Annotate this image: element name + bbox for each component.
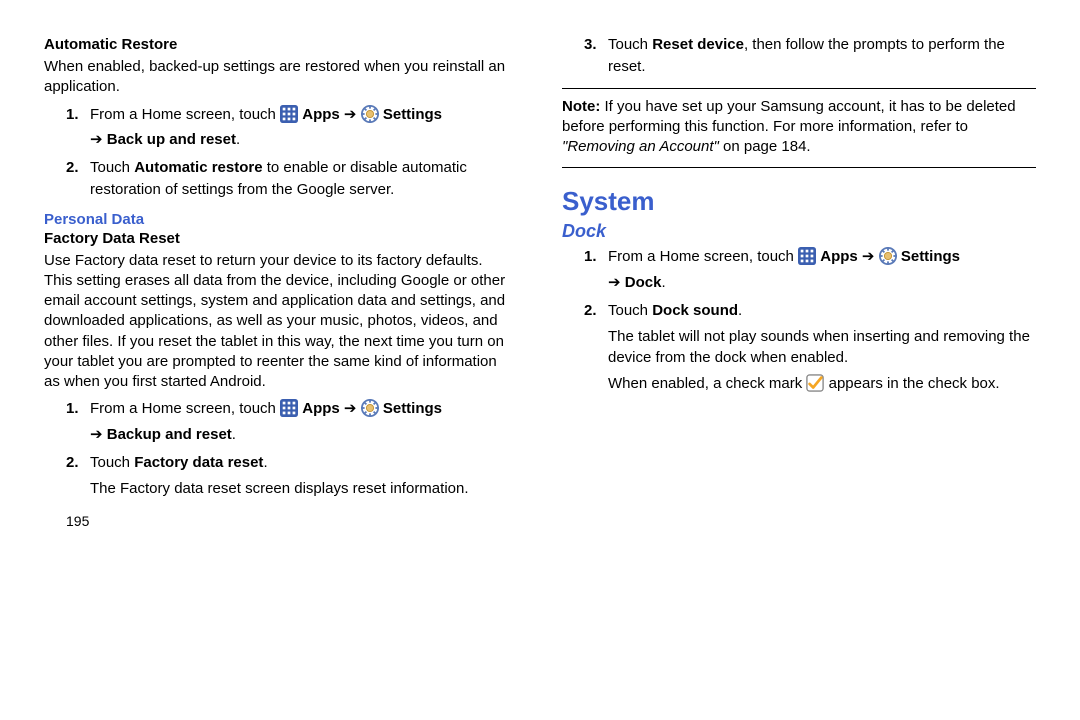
apps-label: Apps <box>820 248 862 265</box>
note-text: If you have set up your Samsung account,… <box>562 98 1016 135</box>
check-icon <box>806 374 824 399</box>
text: From a Home screen, touch <box>90 106 280 123</box>
settings-icon <box>361 105 379 130</box>
target-label: Back up and reset <box>107 131 236 148</box>
arrow-icon: ➔ <box>608 274 621 291</box>
step: From a Home screen, touch Apps ➔ Setting… <box>584 246 1036 294</box>
automatic-restore-steps: From a Home screen, touch Apps ➔ Setting… <box>66 104 514 201</box>
target-label: Backup and reset <box>107 426 232 443</box>
factory-reset-steps-cont: Touch Reset device, then follow the prom… <box>584 34 1036 78</box>
text: appears in the check box. <box>829 375 1000 392</box>
step: Touch Dock sound. The tablet will not pl… <box>584 300 1036 399</box>
sub-text: When enabled, a check mark appears in th… <box>608 373 1036 399</box>
settings-label: Settings <box>383 400 442 417</box>
apps-icon <box>798 247 816 272</box>
note-label: Note: <box>562 98 600 115</box>
text: From a Home screen, touch <box>608 248 798 265</box>
target-label: Dock <box>625 274 662 291</box>
automatic-restore-heading: Automatic Restore <box>44 36 514 53</box>
automatic-restore-desc: When enabled, backed-up settings are res… <box>44 57 514 98</box>
text: . <box>738 302 742 319</box>
term: Dock sound <box>652 302 738 319</box>
personal-data-heading: Personal Data <box>44 211 514 228</box>
text: Touch <box>90 159 134 176</box>
settings-icon <box>361 399 379 424</box>
divider <box>562 167 1036 168</box>
sub-text: The Factory data reset screen displays r… <box>90 478 514 500</box>
step: Touch Factory data reset. The Factory da… <box>66 452 514 500</box>
term: Reset device <box>652 36 744 53</box>
term: Factory data reset <box>134 454 263 471</box>
arrow-icon: ➔ <box>862 248 875 265</box>
arrow-icon: ➔ <box>90 131 103 148</box>
factory-data-reset-desc: Use Factory data reset to return your de… <box>44 251 514 393</box>
factory-data-reset-heading: Factory Data Reset <box>44 230 514 247</box>
system-heading: System <box>562 186 1036 217</box>
page-number: 195 <box>66 513 514 529</box>
apps-label: Apps <box>302 106 344 123</box>
note-ref: "Removing an Account" <box>562 138 719 155</box>
sub-text: The tablet will not play sounds when ins… <box>608 326 1036 370</box>
text: Touch <box>608 36 652 53</box>
apps-icon <box>280 399 298 424</box>
arrow-icon: ➔ <box>90 426 103 443</box>
settings-label: Settings <box>901 248 960 265</box>
divider <box>562 88 1036 89</box>
dock-steps: From a Home screen, touch Apps ➔ Setting… <box>584 246 1036 399</box>
dock-heading: Dock <box>562 221 1036 242</box>
text: Touch <box>608 302 652 319</box>
left-column: Automatic Restore When enabled, backed-u… <box>44 34 540 720</box>
apps-label: Apps <box>302 400 344 417</box>
step: From a Home screen, touch Apps ➔ Setting… <box>66 398 514 446</box>
step: Touch Reset device, then follow the prom… <box>584 34 1036 78</box>
right-column: Touch Reset device, then follow the prom… <box>540 34 1036 720</box>
text: Touch <box>90 454 134 471</box>
note-text: on page 184. <box>719 138 811 155</box>
text: When enabled, a check mark <box>608 375 806 392</box>
settings-label: Settings <box>383 106 442 123</box>
manual-page: Automatic Restore When enabled, backed-u… <box>0 0 1080 720</box>
apps-icon <box>280 105 298 130</box>
settings-icon <box>879 247 897 272</box>
step: From a Home screen, touch Apps ➔ Setting… <box>66 104 514 152</box>
note-block: Note: If you have set up your Samsung ac… <box>562 97 1036 158</box>
text: . <box>263 454 267 471</box>
arrow-icon: ➔ <box>344 400 357 417</box>
text: From a Home screen, touch <box>90 400 280 417</box>
term: Automatic restore <box>134 159 262 176</box>
arrow-icon: ➔ <box>344 106 357 123</box>
factory-reset-steps: From a Home screen, touch Apps ➔ Setting… <box>66 398 514 499</box>
step: Touch Automatic restore to enable or dis… <box>66 157 514 201</box>
